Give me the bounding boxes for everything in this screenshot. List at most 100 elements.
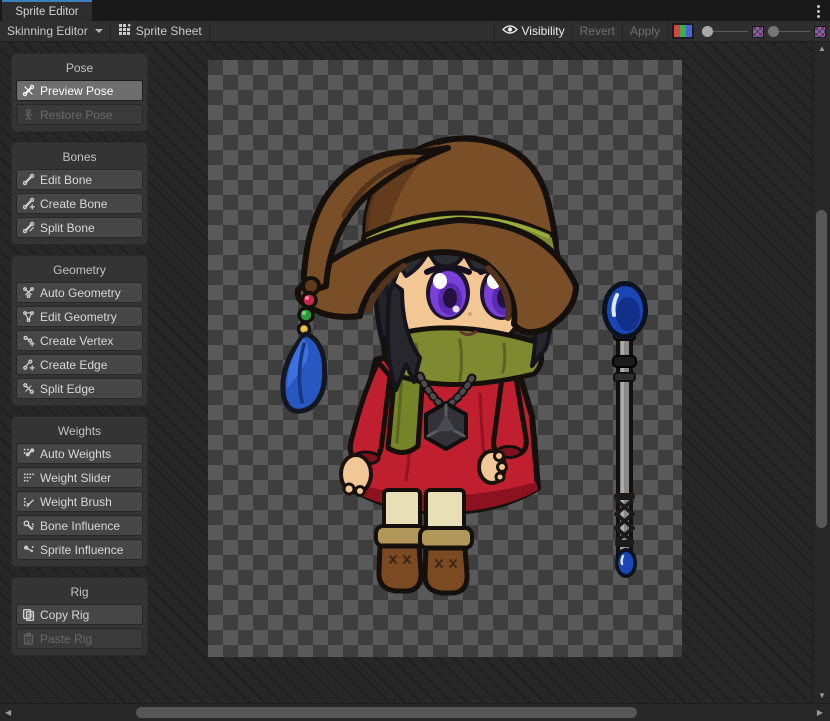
eye-icon — [502, 24, 518, 38]
button-label: Restore Pose — [40, 108, 113, 122]
visibility-label: Visibility — [522, 24, 565, 38]
section-title: Weights — [16, 421, 143, 443]
mesh-opacity-icon — [814, 26, 826, 38]
edit-geometry-button[interactable]: Edit Geometry — [16, 306, 143, 327]
edit-bone-icon — [22, 173, 35, 186]
section-title: Bones — [16, 147, 143, 169]
button-label: Create Bone — [40, 197, 107, 211]
weight-brush-button[interactable]: Weight Brush — [16, 491, 143, 512]
split-bone-button[interactable]: Split Bone — [16, 217, 143, 238]
split-bone-icon — [22, 221, 35, 234]
weight-slider-icon — [22, 471, 35, 484]
auto-geometry-icon — [22, 286, 35, 299]
slider-knob[interactable] — [702, 26, 713, 37]
bone-influence-button[interactable]: Bone Influence — [16, 515, 143, 536]
section-pose: Pose Preview Pose Restore Pose — [11, 53, 148, 132]
create-bone-icon — [22, 197, 35, 210]
button-label: Split Edge — [40, 382, 95, 396]
sprite-color-swatch[interactable] — [672, 23, 694, 39]
sprite-canvas[interactable] — [208, 60, 682, 657]
button-label: Edit Geometry — [40, 310, 117, 324]
tab-strip: Sprite Editor — [0, 0, 830, 21]
auto-weights-button[interactable]: Auto Weights — [16, 443, 143, 464]
sprite-sheet-label: Sprite Sheet — [136, 24, 202, 38]
weight-brush-icon — [22, 495, 35, 508]
toolbar-separator — [209, 21, 210, 42]
auto-geometry-button[interactable]: Auto Geometry — [16, 282, 143, 303]
button-label: Weight Slider — [40, 471, 111, 485]
tab-sprite-editor[interactable]: Sprite Editor — [2, 0, 92, 21]
button-label: Bone Influence — [40, 519, 120, 533]
restore-pose-icon — [22, 108, 35, 121]
window-menu-icon[interactable] — [812, 3, 824, 19]
slider-knob[interactable] — [768, 26, 779, 37]
copy-rig-icon — [22, 608, 35, 621]
edit-geometry-icon — [22, 310, 35, 323]
sprite-sheet-icon — [118, 23, 132, 40]
section-rig: Rig Copy Rig Paste Rig — [11, 577, 148, 656]
sprite-editor-window: Sprite Editor Skinning Editor Sprite She… — [0, 0, 830, 721]
split-edge-button[interactable]: Split Edge — [16, 378, 143, 399]
scroll-left-icon[interactable]: ◀ — [5, 709, 11, 717]
weight-slider-button[interactable]: Weight Slider — [16, 467, 143, 488]
horizontal-scrollbar-thumb[interactable] — [136, 707, 637, 718]
apply-button[interactable]: Apply — [623, 21, 667, 42]
bone-influence-icon — [22, 519, 35, 532]
create-vertex-icon — [22, 334, 35, 347]
split-edge-icon — [22, 382, 35, 395]
section-weights: Weights Auto Weights Weight Slider Weight B… — [11, 416, 148, 567]
button-label: Sprite Influence — [40, 543, 123, 557]
toolbar: Skinning Editor Sprite Sheet — [0, 21, 830, 42]
toolbar-separator — [667, 21, 668, 42]
restore-pose-button[interactable]: Restore Pose — [16, 104, 143, 125]
section-geometry: Geometry Auto Geometry Edit Geometry Create… — [11, 255, 148, 406]
create-bone-button[interactable]: Create Bone — [16, 193, 143, 214]
section-title: Pose — [16, 58, 143, 80]
scroll-right-icon[interactable]: ▶ — [817, 709, 823, 717]
sprite-sheet-button[interactable]: Sprite Sheet — [111, 21, 209, 42]
button-label: Preview Pose — [40, 84, 113, 98]
skinning-editor-dropdown[interactable]: Skinning Editor — [0, 21, 110, 42]
button-label: Create Edge — [40, 358, 107, 372]
paste-rig-icon — [22, 632, 35, 645]
workspace: Pose Preview Pose Restore Pose Bones Edit Bo… — [0, 42, 812, 703]
button-label: Edit Bone — [40, 173, 92, 187]
bone-opacity-slider[interactable] — [700, 21, 766, 42]
create-vertex-button[interactable]: Create Vertex — [16, 330, 143, 351]
copy-rig-button[interactable]: Copy Rig — [16, 604, 143, 625]
sprite-influence-icon — [22, 543, 35, 556]
button-label: Auto Geometry — [40, 286, 121, 300]
edit-bone-button[interactable]: Edit Bone — [16, 169, 143, 190]
tool-sidebar: Pose Preview Pose Restore Pose Bones Edit Bo… — [11, 53, 148, 656]
create-edge-icon — [22, 358, 35, 371]
auto-weights-icon — [22, 447, 35, 460]
button-label: Copy Rig — [40, 608, 89, 622]
section-bones: Bones Edit Bone Create Bone Split Bone — [11, 142, 148, 245]
preview-pose-icon — [22, 84, 35, 97]
section-title: Geometry — [16, 260, 143, 282]
bone-opacity-icon — [752, 26, 764, 38]
button-label: Paste Rig — [40, 632, 92, 646]
revert-button[interactable]: Revert — [573, 21, 622, 42]
chevron-down-icon — [95, 29, 103, 33]
section-title: Rig — [16, 582, 143, 604]
mode-dropdown-label: Skinning Editor — [7, 24, 88, 38]
sprite-influence-button[interactable]: Sprite Influence — [16, 539, 143, 560]
preview-pose-button[interactable]: Preview Pose — [16, 80, 143, 101]
create-edge-button[interactable]: Create Edge — [16, 354, 143, 375]
paste-rig-button[interactable]: Paste Rig — [16, 628, 143, 649]
vertical-scrollbar-thumb[interactable] — [816, 210, 827, 528]
scroll-up-icon[interactable]: ▲ — [818, 45, 826, 53]
scroll-down-icon[interactable]: ▼ — [818, 692, 826, 700]
vertical-scrollbar[interactable]: ▲ ▼ — [812, 42, 830, 703]
tab-title: Sprite Editor — [15, 6, 78, 18]
mesh-opacity-slider[interactable] — [766, 21, 828, 42]
button-label: Split Bone — [40, 221, 95, 235]
visibility-toggle[interactable]: Visibility — [495, 21, 572, 42]
staff — [602, 281, 648, 578]
button-label: Create Vertex — [40, 334, 113, 348]
horizontal-scrollbar[interactable]: ◀ ▶ — [0, 703, 830, 721]
button-label: Auto Weights — [40, 447, 111, 461]
button-label: Weight Brush — [40, 495, 112, 509]
character-sprite — [208, 60, 682, 657]
